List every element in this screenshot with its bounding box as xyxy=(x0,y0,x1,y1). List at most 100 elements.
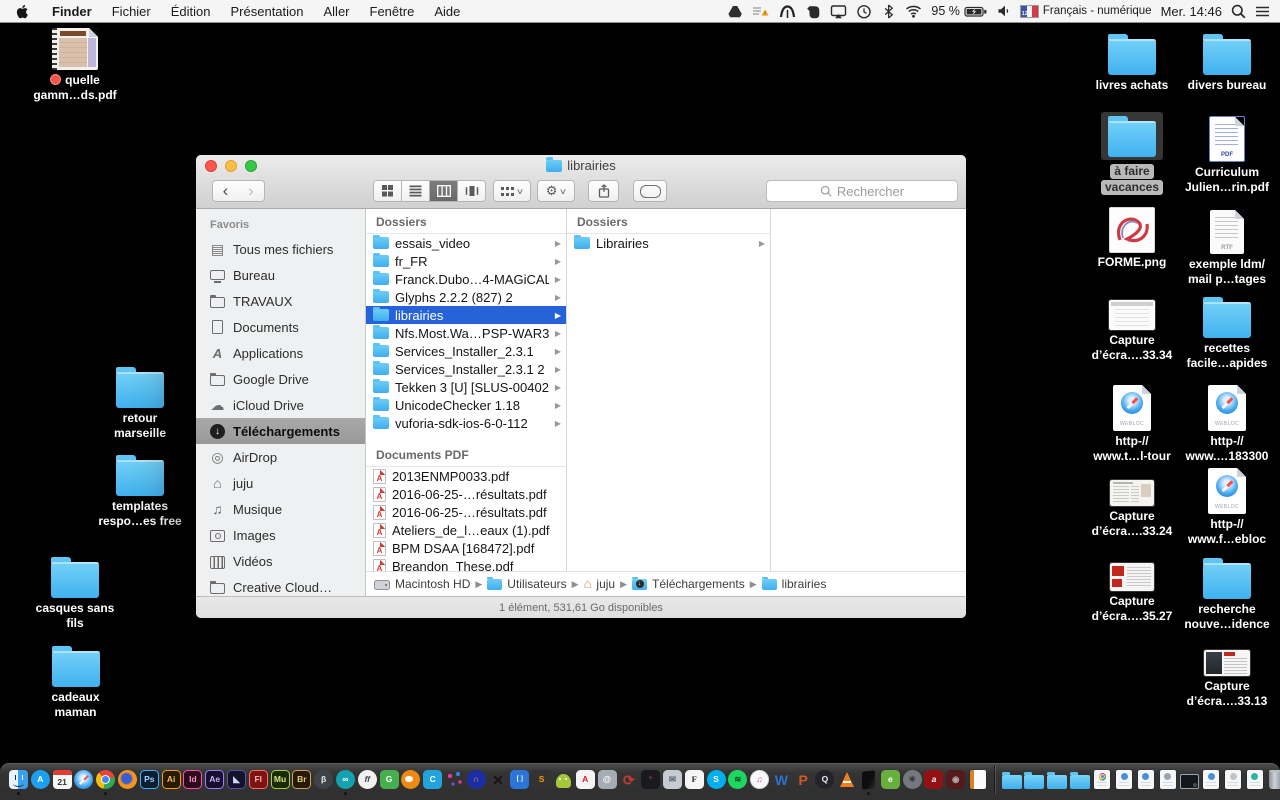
stack-teal-doc[interactable] xyxy=(1245,770,1264,789)
calendar[interactable]: 21 xyxy=(53,770,72,789)
indesign[interactable]: Id xyxy=(183,770,202,789)
quicktime[interactable]: Q xyxy=(815,770,834,789)
dock-folder-3[interactable] xyxy=(1047,770,1067,789)
maroon-app[interactable]: ◉ xyxy=(946,770,965,789)
app-store[interactable]: A xyxy=(31,770,50,789)
action-gear-button[interactable]: ⚙ ∨ xyxy=(537,180,575,202)
divers-bureau-folder[interactable]: divers bureau xyxy=(1179,33,1275,93)
folder-row[interactable]: Librairies▶ xyxy=(567,234,770,252)
audio-app[interactable]: ∩ xyxy=(467,770,486,789)
folder-row[interactable]: Services_Installer_2.3.1▶ xyxy=(366,342,566,360)
dock-folder-4[interactable] xyxy=(1070,770,1090,789)
folder-row[interactable]: vuforia-sdk-ios-6-0-112▶ xyxy=(366,414,566,432)
stack-doc-5[interactable] xyxy=(1224,770,1243,789)
spotify[interactable]: ≋ xyxy=(728,770,747,789)
cinema-app[interactable]: C xyxy=(423,770,442,789)
skype[interactable]: S xyxy=(707,770,726,789)
qr-app[interactable]: ⁘ xyxy=(641,770,660,789)
templates-responsive-folder[interactable]: templatesrespo…es free xyxy=(84,454,196,529)
dock-folder-2[interactable] xyxy=(1024,770,1044,789)
folder-row[interactable]: Nfs.Most.Wa…PSP-WAR3X▶ xyxy=(366,324,566,342)
folder-row[interactable]: UnicodeChecker 1.18▶ xyxy=(366,396,566,414)
webloc-f[interactable]: WEBLOChttp-//www.f…ebloc xyxy=(1179,468,1275,547)
recettes-faciles-folder[interactable]: recettesfacile…apides xyxy=(1179,296,1275,371)
pdf-file-row[interactable]: 2016-06-25-…résultats.pdf xyxy=(366,485,566,503)
time-machine-icon[interactable] xyxy=(856,4,872,19)
forme-png[interactable]: FORME.png xyxy=(1084,208,1180,270)
menu-aller[interactable]: Aller xyxy=(314,4,360,19)
menu-édition[interactable]: Édition xyxy=(161,4,221,19)
clock-icon[interactable]: Mer. 14:46 xyxy=(1161,4,1222,19)
input-source-icon[interactable]: Français - numérique xyxy=(1020,5,1152,18)
gdrive-icon[interactable] xyxy=(727,4,743,19)
list-view-button[interactable] xyxy=(402,181,430,201)
path-item-macintosh-hd[interactable]: Macintosh HD xyxy=(374,577,470,591)
sublime-text[interactable]: S xyxy=(532,770,551,789)
a-faire-vacances-folder[interactable]: à fairevacances xyxy=(1084,112,1180,195)
forward-button[interactable]: › xyxy=(238,180,265,202)
brackets[interactable]: [ ] xyxy=(510,770,529,789)
capture-ecran-33-24[interactable]: Captured’écra….33.24 xyxy=(1084,480,1180,539)
pdf-file-row[interactable]: 2016-06-25-…résultats.pdf xyxy=(366,503,566,521)
sidebar-item-images[interactable]: Images xyxy=(196,522,365,548)
muse[interactable]: Mu xyxy=(271,770,290,789)
stack-dark-window[interactable] xyxy=(1180,770,1199,789)
pinwheel-app[interactable]: ✕ xyxy=(489,770,508,789)
stack-doc-3[interactable] xyxy=(1158,770,1177,789)
pdf-file-row[interactable]: Breandon_These.pdf xyxy=(366,557,566,571)
share-button[interactable] xyxy=(588,180,619,202)
pdf-file-row[interactable]: 2013ENMP0033.pdf xyxy=(366,467,566,485)
retour-marseille-folder[interactable]: retourmarseille xyxy=(94,366,186,441)
photoshop[interactable]: Ps xyxy=(140,770,159,789)
black-notebook[interactable] xyxy=(859,770,878,789)
vlc[interactable] xyxy=(837,770,856,789)
path-item-juju[interactable]: ⌂juju xyxy=(584,577,616,591)
evernote[interactable]: e xyxy=(881,770,900,789)
processing[interactable]: β xyxy=(314,770,333,789)
trash[interactable] xyxy=(1267,770,1280,789)
path-item-t-l-chargements[interactable]: ↓Téléchargements xyxy=(632,577,745,591)
tags-button[interactable] xyxy=(633,180,667,202)
dock-folder-1[interactable] xyxy=(1002,770,1022,789)
avira-icon[interactable] xyxy=(779,4,796,19)
sidebar-item-applications[interactable]: AApplications xyxy=(196,340,365,366)
android[interactable] xyxy=(554,770,573,789)
acrobat-reader[interactable]: A xyxy=(576,770,595,789)
stack-doc-4[interactable] xyxy=(1202,770,1221,789)
sidebar-item-documents[interactable]: Documents xyxy=(196,314,365,340)
pdf-file-row[interactable]: Ateliers_de_l…eaux (1).pdf xyxy=(366,521,566,539)
notebook-app[interactable] xyxy=(968,770,987,789)
zoom-button[interactable] xyxy=(245,160,257,172)
menu-fenêtre[interactable]: Fenêtre xyxy=(360,4,425,19)
powerpoint[interactable]: P xyxy=(794,770,813,789)
folder-row[interactable]: librairies▶ xyxy=(366,306,566,324)
chrome[interactable] xyxy=(96,770,115,789)
blender[interactable] xyxy=(401,770,420,789)
menu-présentation[interactable]: Présentation xyxy=(221,4,314,19)
pdf-file-row[interactable]: BPM DSAA [168472].pdf xyxy=(366,539,566,557)
sidebar-item-musique[interactable]: ♫Musique xyxy=(196,496,365,522)
sidebar-item-airdrop[interactable]: ◎AirDrop xyxy=(196,444,365,470)
capture-ecran-33-34[interactable]: Captured’écra….33.34 xyxy=(1084,300,1180,363)
fontforge[interactable]: ff xyxy=(358,770,377,789)
search-input[interactable]: Rechercher xyxy=(766,180,958,202)
itunes[interactable]: ♫ xyxy=(750,770,769,789)
sidebar-item-t-l-chargements[interactable]: ↓Téléchargements xyxy=(196,418,365,444)
folder-row[interactable]: fr_FR▶ xyxy=(366,252,566,270)
casques-sans-fils-folder[interactable]: casques sansfils xyxy=(25,556,125,631)
menu-fichier[interactable]: Fichier xyxy=(102,4,161,19)
capture-ecran-35-27[interactable]: Captured’écra….35.27 xyxy=(1084,563,1180,624)
folder-row[interactable]: Glyphs 2.2.2 (827) 2▶ xyxy=(366,288,566,306)
wheel-app[interactable]: ✳ xyxy=(903,770,922,789)
notification-center-icon[interactable] xyxy=(1255,5,1270,18)
sidebar-item-bureau[interactable]: Bureau xyxy=(196,262,365,288)
exemple-ldm-rtf[interactable]: RTFexemple ldm/mail p…tages xyxy=(1179,210,1275,287)
postcard-app[interactable]: ✉ xyxy=(663,770,682,789)
finder[interactable] xyxy=(9,770,28,789)
wifi-icon[interactable] xyxy=(905,4,922,18)
glyphs-app[interactable]: G xyxy=(380,770,399,789)
path-item-utilisateurs[interactable]: Utilisateurs xyxy=(487,577,566,591)
sync-app[interactable]: ⟳ xyxy=(619,770,638,789)
icon-view-button[interactable] xyxy=(374,181,402,201)
spotlight-icon[interactable] xyxy=(1231,4,1246,19)
